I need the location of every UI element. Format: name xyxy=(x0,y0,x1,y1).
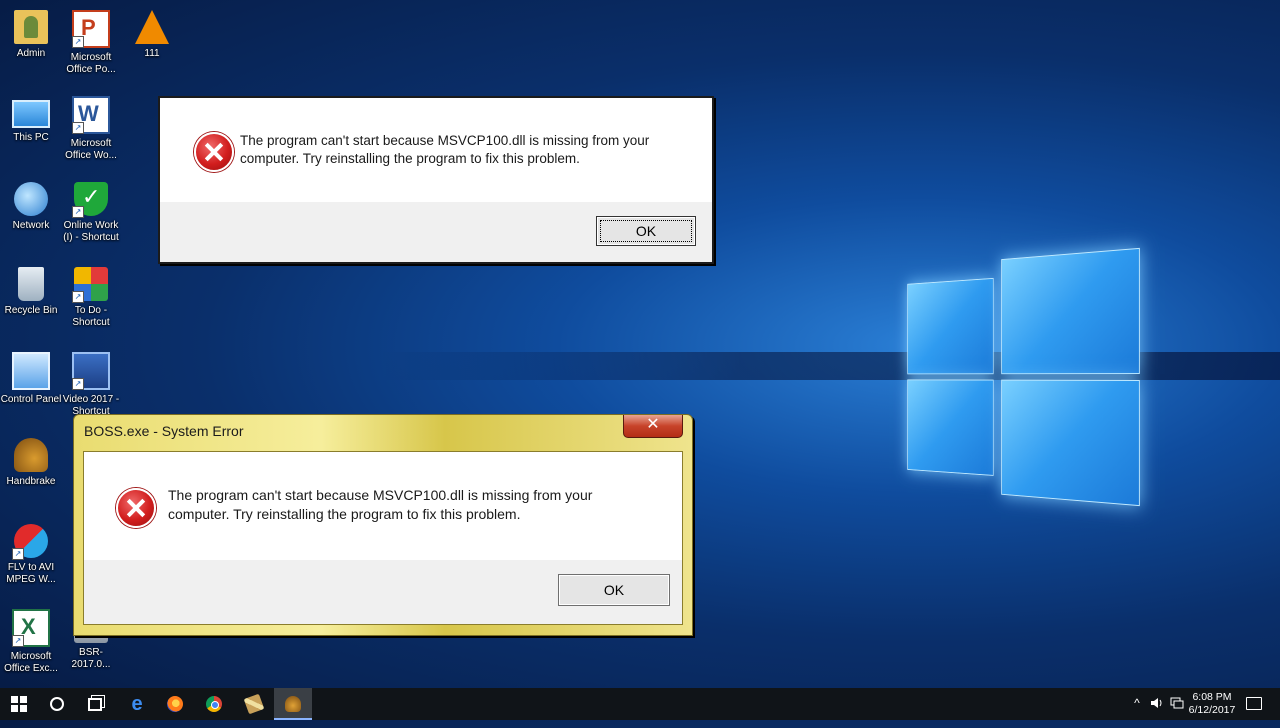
desktop-icon-label: To Do - Shortcut xyxy=(72,305,110,328)
search-circle-icon xyxy=(50,697,64,711)
desktop-icon-label: Microsoft Office Po... xyxy=(66,52,116,75)
desktop-icon-label: Admin xyxy=(16,48,46,59)
network-icon xyxy=(14,182,48,216)
windows-start-icon xyxy=(11,696,27,712)
wallpaper-light-beam xyxy=(380,352,1280,380)
clock-date: 6/12/2017 xyxy=(1188,704,1236,716)
desktop-icon-label: Online Work (I) - Shortcut xyxy=(63,220,119,243)
taskbar-firefox[interactable] xyxy=(156,688,194,720)
excel-icon: ↗ xyxy=(12,609,50,647)
desktop-icon-label: BSR-2017.0... xyxy=(71,647,111,670)
action-center-icon[interactable] xyxy=(1246,697,1262,710)
desktop-icon-network[interactable]: Network xyxy=(0,176,62,232)
boss-system-error-window: BOSS.exe - System Error ✕ The program ca… xyxy=(73,414,693,636)
task-view-icon xyxy=(88,698,102,711)
desktop-icon-label: Microsoft Office Exc... xyxy=(4,651,58,674)
task-view-button[interactable] xyxy=(76,688,114,720)
error-message: The program can't start because MSVCP100… xyxy=(240,133,650,166)
flv-converter-icon: ↗ xyxy=(12,524,48,560)
desktop-icon-label: 111 xyxy=(144,48,160,59)
control-panel-icon xyxy=(12,352,50,390)
ok-button-label: OK xyxy=(603,582,625,598)
speaker-icon xyxy=(1151,698,1162,708)
taskbar-tool-app[interactable] xyxy=(235,688,273,720)
handbrake-icon xyxy=(14,438,48,472)
desktop-icon-this-pc[interactable]: This PC xyxy=(0,90,62,144)
network-tray-button[interactable] xyxy=(1170,696,1184,728)
error-icon xyxy=(116,488,156,528)
desktop-icon-label: Control Panel xyxy=(0,394,62,405)
desktop-icon-recycle-bin[interactable]: Recycle Bin xyxy=(0,261,62,317)
taskbar: e ^ 6:08 PM 6/12/2017 xyxy=(0,688,1280,720)
window-title: BOSS.exe - System Error xyxy=(84,423,244,439)
desktop-icon-video-2017[interactable]: ↗ Video 2017 - Shortcut xyxy=(60,346,122,418)
taskbar-chrome[interactable] xyxy=(195,688,233,720)
desktop-icon-todo[interactable]: ↗ To Do - Shortcut xyxy=(60,261,122,329)
cortana-search-button[interactable] xyxy=(38,688,76,720)
desktop-icon-label: Network xyxy=(12,220,50,231)
powerpoint-icon: ↗ xyxy=(72,10,110,48)
handbrake-icon xyxy=(285,696,301,712)
error-icon xyxy=(194,132,234,172)
ok-button[interactable]: OK xyxy=(558,574,670,606)
user-folder-icon xyxy=(14,10,48,44)
network-icon xyxy=(1170,697,1184,709)
desktop-icon-label: Microsoft Office Wo... xyxy=(65,138,117,161)
chevron-up-icon: ^ xyxy=(1134,696,1140,710)
vlc-icon xyxy=(135,10,169,44)
desktop-icon-label: Handbrake xyxy=(6,476,56,487)
volume-button[interactable] xyxy=(1150,696,1164,728)
desktop-icon-powerpoint[interactable]: ↗ Microsoft Office Po... xyxy=(60,4,122,76)
desktop-icon-excel[interactable]: ↗ Microsoft Office Exc... xyxy=(0,603,62,675)
error-dialog-front: The program can't start because MSVCP100… xyxy=(158,96,714,264)
windows-logo-wallpaper xyxy=(907,228,1140,524)
desktop-icon-flv-to-avi[interactable]: ↗ FLV to AVI MPEG W... xyxy=(0,518,62,586)
taskbar-clock[interactable]: 6:08 PM 6/12/2017 xyxy=(1186,691,1238,717)
clock-time: 6:08 PM xyxy=(1192,691,1232,703)
taskbar-edge[interactable]: e xyxy=(118,688,156,720)
todo-icon: ↗ xyxy=(72,267,108,303)
recycle-bin-icon xyxy=(18,267,44,301)
close-icon: ✕ xyxy=(646,416,660,433)
firefox-icon xyxy=(167,696,183,712)
start-button[interactable] xyxy=(0,688,38,720)
desktop-icon-control-panel[interactable]: Control Panel xyxy=(0,346,62,406)
edge-icon: e xyxy=(131,693,143,715)
desktop-icon-admin[interactable]: Admin xyxy=(0,4,62,60)
desktop-icon-word[interactable]: ↗ Microsoft Office Wo... xyxy=(60,90,122,162)
desktop-icon-label: Recycle Bin xyxy=(4,305,58,316)
desktop-icon-111[interactable]: 111 xyxy=(121,4,183,60)
dialog-button-bar: OK xyxy=(160,202,712,262)
desktop-icon-handbrake[interactable]: Handbrake xyxy=(0,432,62,488)
ok-button[interactable]: OK xyxy=(596,216,696,246)
dialog-client-area: The program can't start because MSVCP100… xyxy=(83,451,683,625)
video-icon: ↗ xyxy=(72,352,110,390)
taskbar-handbrake[interactable] xyxy=(274,688,312,720)
desktop-icon-label: FLV to AVI MPEG W... xyxy=(6,562,56,585)
computer-icon xyxy=(12,100,50,128)
tool-app-icon xyxy=(243,693,265,715)
chrome-icon xyxy=(206,696,222,712)
shield-check-icon: ↗ xyxy=(72,182,108,218)
ok-button-label: OK xyxy=(635,223,657,239)
word-icon: ↗ xyxy=(72,96,110,134)
desktop-icon-online-work[interactable]: ↗ Online Work (I) - Shortcut xyxy=(60,176,122,244)
tray-overflow-chevron[interactable]: ^ xyxy=(1130,696,1144,728)
error-message: The program can't start because MSVCP100… xyxy=(168,487,593,522)
desktop-icon-label: This PC xyxy=(13,132,49,143)
dialog-button-bar: OK xyxy=(84,560,682,624)
close-button[interactable]: ✕ xyxy=(623,415,683,438)
